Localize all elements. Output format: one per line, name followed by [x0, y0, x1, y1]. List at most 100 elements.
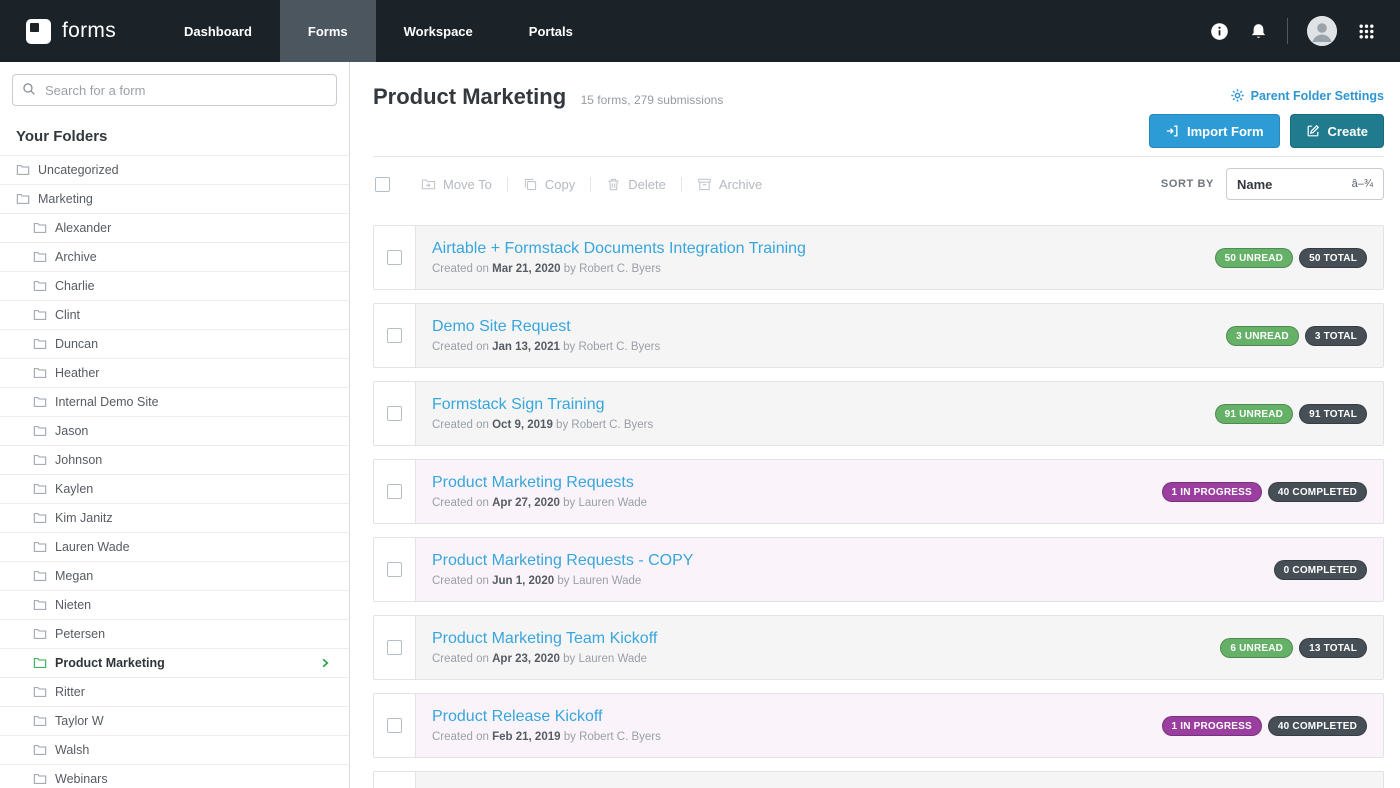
sidebar-folder-clint[interactable]: Clint: [0, 301, 349, 330]
form-info: Product Marketing Requests Created on Ap…: [432, 474, 647, 509]
sidebar-folder-kim-janitz[interactable]: Kim Janitz: [0, 504, 349, 533]
badge-purple: 1 IN PROGRESS: [1162, 482, 1262, 502]
navbar-divider: [1287, 18, 1288, 44]
meta-date: Jun 1, 2020: [492, 575, 554, 587]
form-info: Formstack Sign Training Created on Oct 9…: [432, 396, 653, 431]
sort-dropdown[interactable]: Name â–¾: [1226, 168, 1384, 200]
sidebar-folder-nieten[interactable]: Nieten: [0, 591, 349, 620]
form-title-link[interactable]: Product Marketing Requests - COPY: [432, 552, 693, 570]
form-row: Product Marketing Requests Created on Ap…: [373, 459, 1384, 524]
parent-folder-settings-link[interactable]: Parent Folder Settings: [1230, 88, 1384, 103]
search-icon: [22, 82, 36, 101]
toolbar-action-archive[interactable]: Archive: [681, 177, 777, 192]
form-meta: Created on Jun 1, 2020 by Lauren Wade: [432, 575, 693, 587]
select-all-checkbox[interactable]: [375, 177, 390, 192]
form-badges: 3 UNREAD3 TOTAL: [1226, 326, 1367, 346]
sidebar-folder-marketing[interactable]: Marketing: [0, 185, 349, 214]
badge-dark: 91 TOTAL: [1299, 404, 1367, 424]
row-checkbox[interactable]: [387, 484, 402, 499]
sidebar-folder-taylor-w[interactable]: Taylor W: [0, 707, 349, 736]
sidebar-folder-ritter[interactable]: Ritter: [0, 678, 349, 707]
meta-author: Lauren Wade: [578, 497, 647, 509]
toolbar-action-delete[interactable]: Delete: [590, 177, 681, 192]
create-label: Create: [1328, 124, 1368, 139]
meta-created-label: Created on: [432, 731, 489, 743]
create-button[interactable]: Create: [1290, 114, 1384, 148]
folder-icon: [33, 395, 47, 409]
row-checkbox[interactable]: [387, 562, 402, 577]
meta-date: Feb 21, 2019: [492, 731, 560, 743]
form-meta: Created on Mar 21, 2020 by Robert C. Bye…: [432, 263, 806, 275]
row-checkbox-cell: [374, 616, 416, 679]
nav-item-dashboard[interactable]: Dashboard: [156, 0, 280, 62]
form-title-link[interactable]: Product Marketing Requests: [432, 474, 647, 492]
formstack-brand[interactable]: forms: [0, 0, 142, 62]
row-checkbox-cell: [374, 694, 416, 757]
page-title: Product Marketing: [373, 84, 566, 109]
row-checkbox[interactable]: [387, 718, 402, 733]
meta-author: Robert C. Byers: [579, 263, 661, 275]
user-avatar[interactable]: [1307, 16, 1337, 46]
badge-green: 3 UNREAD: [1226, 326, 1299, 346]
sidebar-folder-internal-demo-site[interactable]: Internal Demo Site: [0, 388, 349, 417]
folder-label: Kaylen: [55, 482, 93, 496]
notifications-bell-icon[interactable]: [1248, 21, 1268, 41]
move-to-icon: [421, 177, 436, 192]
folder-icon: [33, 569, 47, 583]
form-meta: Created on Jan 13, 2021 by Robert C. Bye…: [432, 341, 660, 353]
sidebar-folder-duncan[interactable]: Duncan: [0, 330, 349, 359]
sidebar-folder-heather[interactable]: Heather: [0, 359, 349, 388]
toolbar-action-move-to[interactable]: Move To: [406, 177, 507, 192]
sidebar-folder-archive[interactable]: Archive: [0, 243, 349, 272]
form-title-link[interactable]: Product Release Kickoff: [432, 708, 661, 726]
folder-label: Internal Demo Site: [55, 395, 159, 409]
toolbar-action-copy[interactable]: Copy: [507, 177, 590, 192]
sidebar-folder-megan[interactable]: Megan: [0, 562, 349, 591]
form-title-link[interactable]: Formstack Sign Training: [432, 396, 653, 414]
nav-item-forms[interactable]: Forms: [280, 0, 376, 62]
sidebar-folder-webinars[interactable]: Webinars: [0, 765, 349, 788]
folder-label: Charlie: [55, 279, 95, 293]
form-title-link[interactable]: Airtable + Formstack Documents Integrati…: [432, 240, 806, 258]
page-subtitle: 15 forms, 279 submissions: [581, 93, 724, 107]
row-checkbox[interactable]: [387, 250, 402, 265]
sidebar-folder-charlie[interactable]: Charlie: [0, 272, 349, 301]
sidebar-folder-jason[interactable]: Jason: [0, 417, 349, 446]
sidebar-folder-product-marketing[interactable]: Product Marketing: [0, 649, 349, 678]
info-icon[interactable]: [1209, 21, 1229, 41]
row-checkbox[interactable]: [387, 328, 402, 343]
apps-grid-icon[interactable]: [1356, 21, 1376, 41]
search-input[interactable]: [12, 74, 337, 106]
nav-item-portals[interactable]: Portals: [501, 0, 601, 62]
folder-label: Johnson: [55, 453, 102, 467]
nav-item-workspace[interactable]: Workspace: [376, 0, 501, 62]
form-row-body: Product Release Kickoff Created on Feb 2…: [416, 694, 1383, 757]
form-meta: Created on Feb 21, 2019 by Robert C. Bye…: [432, 731, 661, 743]
folder-label: Taylor W: [55, 714, 104, 728]
badge-dark: 50 TOTAL: [1299, 248, 1367, 268]
meta-date: Mar 21, 2020: [492, 263, 560, 275]
folder-icon: [33, 743, 47, 757]
sidebar-folder-johnson[interactable]: Johnson: [0, 446, 349, 475]
form-row-body: Product Marketing Team Kickoff Created o…: [416, 616, 1383, 679]
row-checkbox[interactable]: [387, 406, 402, 421]
sidebar-folder-walsh[interactable]: Walsh: [0, 736, 349, 765]
folders-sidebar: Your Folders Uncategorized Marketing Ale…: [0, 62, 350, 788]
sidebar-folder-lauren-wade[interactable]: Lauren Wade: [0, 533, 349, 562]
form-row-partial: [373, 771, 1384, 788]
form-row: Demo Site Request Created on Jan 13, 202…: [373, 303, 1384, 368]
meta-created-label: Created on: [432, 575, 489, 587]
folder-label: Marketing: [38, 192, 93, 206]
form-badges: 91 UNREAD91 TOTAL: [1215, 404, 1367, 424]
form-title-link[interactable]: Product Marketing Team Kickoff: [432, 630, 657, 648]
form-title-link[interactable]: Demo Site Request: [432, 318, 660, 336]
badge-green: 6 UNREAD: [1220, 638, 1293, 658]
row-checkbox[interactable]: [387, 640, 402, 655]
sidebar-folder-petersen[interactable]: Petersen: [0, 620, 349, 649]
import-form-button[interactable]: Import Form: [1149, 114, 1280, 148]
forms-list: Airtable + Formstack Documents Integrati…: [373, 225, 1384, 788]
sort-controls: SORT BY Name â–¾: [1161, 168, 1384, 200]
sidebar-folder-uncategorized[interactable]: Uncategorized: [0, 156, 349, 185]
sidebar-folder-alexander[interactable]: Alexander: [0, 214, 349, 243]
sidebar-folder-kaylen[interactable]: Kaylen: [0, 475, 349, 504]
